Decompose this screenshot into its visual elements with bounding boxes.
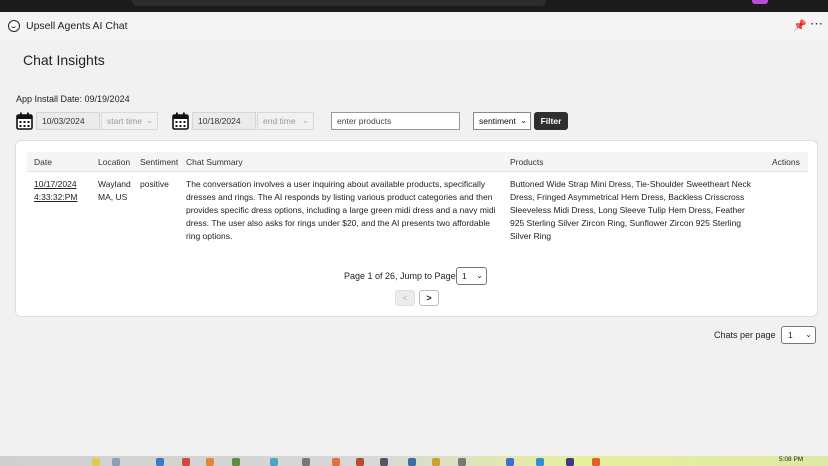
taskbar-app-icon[interactable] (332, 458, 340, 466)
taskbar-app-icon[interactable] (432, 458, 440, 466)
taskbar-app-icon[interactable] (206, 458, 214, 466)
row-location: Wayland MA, US (98, 179, 131, 202)
end-time-select[interactable]: end time ⌄ (257, 112, 314, 130)
row-date-link[interactable]: 10/17/2024 4:33:32:PM (34, 178, 90, 204)
header-actions: Actions (772, 157, 800, 167)
app-header: Upsell Agents AI Chat 📌 ⋯ (0, 12, 828, 40)
row-chat-summary: The conversation involves a user inquiri… (186, 179, 496, 241)
taskbar-app-icon[interactable] (566, 458, 574, 466)
header-date[interactable]: Date (34, 157, 52, 167)
end-calendar-icon[interactable] (172, 112, 189, 130)
app-title: Upsell Agents AI Chat (26, 20, 128, 32)
chevron-down-icon: ⌄ (805, 330, 812, 339)
next-page-button[interactable]: > (419, 290, 439, 306)
pin-icon[interactable]: 📌 (793, 19, 807, 32)
taskbar-app-icon[interactable] (356, 458, 364, 466)
taskbar-app-icon[interactable] (302, 458, 310, 466)
app-logo-icon (8, 20, 20, 32)
taskbar-app-icon[interactable] (182, 458, 190, 466)
header-sentiment[interactable]: Sentiment (140, 157, 178, 167)
jump-to-page-value: 1 (462, 271, 467, 281)
header-location[interactable]: Location (98, 157, 130, 167)
taskbar-clock: 5:08 PM (779, 456, 804, 463)
extension-badge[interactable] (752, 0, 768, 4)
address-bar[interactable] (132, 0, 546, 6)
header-chat-summary[interactable]: Chat Summary (186, 157, 243, 167)
install-date: App Install Date: 09/19/2024 (16, 94, 130, 104)
more-options-icon[interactable]: ⋯ (810, 16, 823, 32)
os-taskbar: 5:08 PM (0, 456, 828, 466)
taskbar-app-icon[interactable] (592, 458, 600, 466)
taskbar-app-icon[interactable] (270, 458, 278, 466)
taskbar-app-icon[interactable] (408, 458, 416, 466)
page-title: Chat Insights (23, 52, 105, 68)
chats-per-page-select[interactable]: 1 ⌄ (781, 326, 816, 344)
pagination-text: Page 1 of 26, Jump to Page (344, 271, 456, 281)
end-date-input[interactable]: 10/18/2024 (192, 112, 256, 130)
taskbar-app-icon[interactable] (536, 458, 544, 466)
start-calendar-icon[interactable] (16, 112, 33, 130)
start-time-select[interactable]: start time ⌄ (101, 112, 158, 130)
products-search-input[interactable]: enter products (331, 112, 460, 130)
row-products: Buttoned Wide Strap Mini Dress, Tie-Shou… (510, 179, 751, 241)
sentiment-select-value: sentiment (479, 116, 516, 126)
taskbar-app-icon[interactable] (92, 458, 100, 466)
start-date-input[interactable]: 10/03/2024 (36, 112, 100, 130)
chevron-down-icon: ⌄ (476, 271, 483, 280)
taskbar-app-icon[interactable] (156, 458, 164, 466)
start-time-placeholder: start time (107, 116, 142, 126)
taskbar-app-icon[interactable] (458, 458, 466, 466)
chats-per-page-label: Chats per page (714, 330, 776, 340)
taskbar-app-icon[interactable] (506, 458, 514, 466)
chats-per-page-value: 1 (788, 330, 793, 340)
browser-top-bar (0, 0, 828, 12)
filter-button[interactable]: Filter (534, 112, 568, 130)
taskbar-app-icon[interactable] (232, 458, 240, 466)
chevron-down-icon: ⌄ (302, 116, 309, 125)
header-products[interactable]: Products (510, 157, 544, 167)
end-time-placeholder: end time (263, 116, 296, 126)
chevron-down-icon: ⌄ (146, 116, 153, 125)
jump-to-page-select[interactable]: 1 ⌄ (456, 267, 487, 285)
row-sentiment: positive (140, 179, 169, 189)
taskbar-app-icon[interactable] (112, 458, 120, 466)
taskbar-app-icon[interactable] (380, 458, 388, 466)
chevron-down-icon: ⌄ (520, 116, 527, 125)
sentiment-select[interactable]: sentiment ⌄ (473, 112, 531, 130)
previous-page-button[interactable]: < (395, 290, 415, 306)
